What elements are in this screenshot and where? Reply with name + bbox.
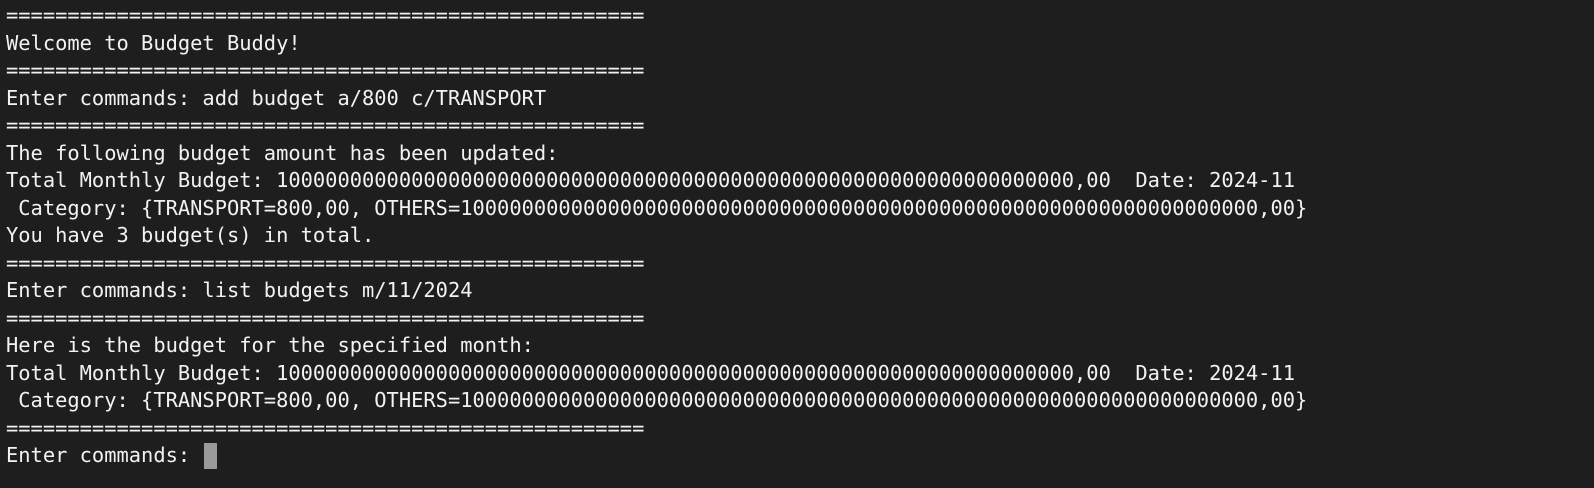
terminal-window[interactable]: ========================================…	[6, 2, 1591, 486]
output-total-monthly-budget: Total Monthly Budget: 100000000000000000…	[6, 360, 1296, 385]
separator-line: ========================================…	[6, 3, 645, 27]
output-total-monthly-budget: Total Monthly Budget: 100000000000000000…	[6, 168, 1296, 192]
output-update-header: The following budget amount has been upd…	[6, 140, 559, 165]
output-budget-count: You have 3 budget(s) in total.	[6, 223, 375, 247]
command-input-line[interactable]: Enter commands:	[6, 442, 1591, 470]
separator-line: ========================================…	[6, 305, 645, 330]
separator-line: ========================================…	[6, 113, 645, 137]
text-cursor[interactable]	[204, 443, 218, 469]
welcome-message: Welcome to Budget Buddy!	[6, 30, 301, 55]
separator-line: ========================================…	[6, 415, 645, 440]
separator-line: ========================================…	[6, 250, 645, 275]
command-line-add-budget: Enter commands: add budget a/800 c/TRANS…	[6, 85, 547, 110]
command-prompt: Enter commands:	[6, 443, 203, 467]
command-line-list-budgets: Enter commands: list budgets m/11/2024	[6, 278, 473, 302]
output-list-header: Here is the budget for the specified mon…	[6, 333, 534, 357]
output-category-breakdown: Category: {TRANSPORT=800,00, OTHERS=1000…	[6, 388, 1308, 412]
separator-line: ========================================…	[6, 58, 645, 82]
output-category-breakdown: Category: {TRANSPORT=800,00, OTHERS=1000…	[6, 195, 1308, 220]
